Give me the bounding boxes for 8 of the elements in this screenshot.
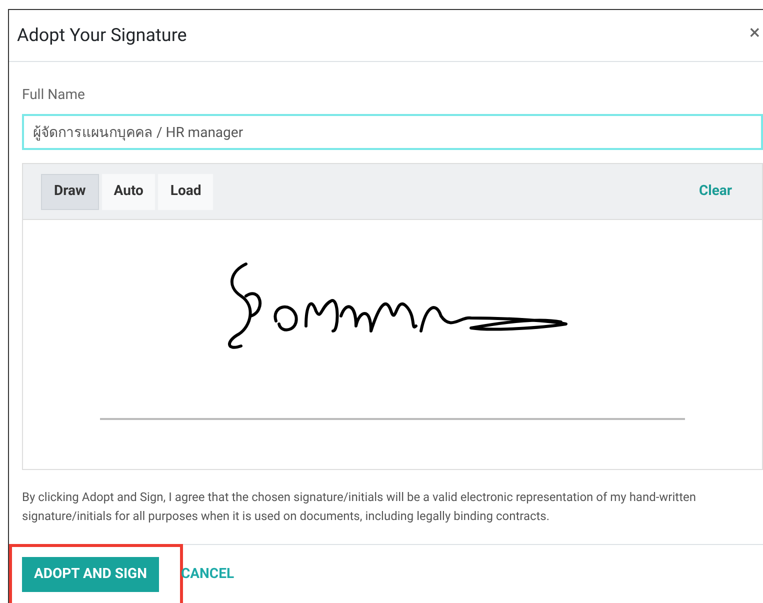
name-input[interactable]: ผู้จัดการแผนกบุคคล / HR manager bbox=[22, 114, 763, 150]
mode-tab[interactable]: Auto bbox=[102, 174, 156, 210]
dialog-title: Adopt Your Signature bbox=[17, 24, 187, 48]
field-label: Full Name bbox=[22, 86, 86, 104]
disclaimer-text: By clicking Adopt and Sign, I agree that the chosen signature/initials will be a valid electronic representation of my hand-written signature/initials for all purposes when it is used on documents, including legally binding contracts. bbox=[22, 489, 698, 525]
mode-tab[interactable]: Draw bbox=[41, 174, 99, 210]
mode-tab[interactable]: Load bbox=[158, 174, 214, 210]
close-button[interactable]: × bbox=[749, 22, 760, 42]
